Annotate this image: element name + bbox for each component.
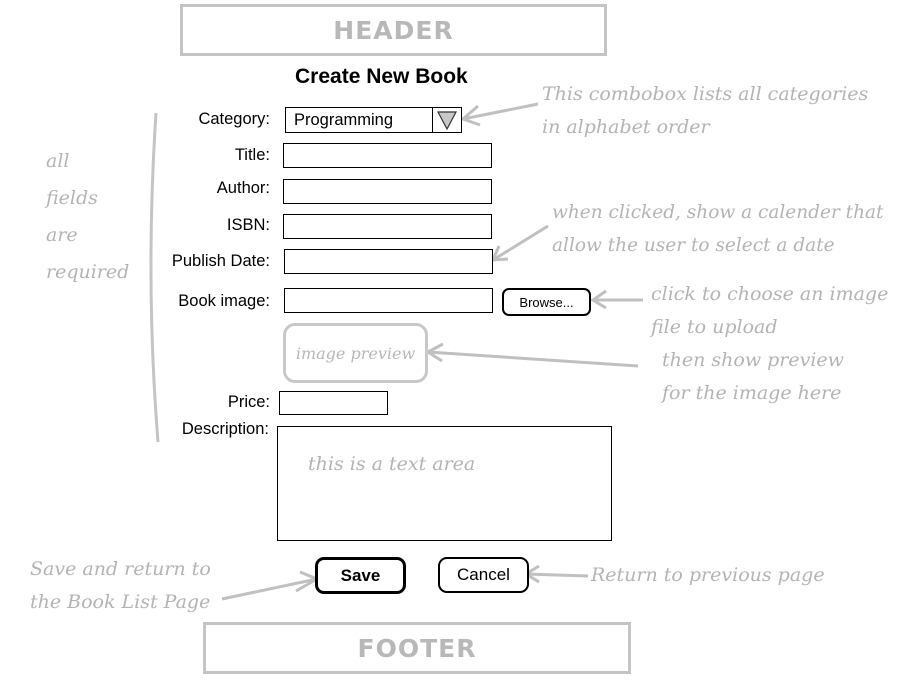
note-save-line: the Book List Page [30, 591, 211, 613]
browse-arrowhead [590, 289, 607, 310]
chevron-down-icon [437, 111, 457, 131]
header-placeholder: HEADER [180, 4, 607, 56]
note-calendar-line: allow the user to select a date [552, 235, 835, 256]
note-save-line: Save and return to [30, 558, 211, 580]
note-required: all fields are required [46, 143, 129, 291]
note-required-line: fields [46, 187, 98, 209]
combobox-dropdown-button[interactable] [432, 108, 461, 132]
note-required-line: required [46, 261, 130, 283]
note-save: Save and return to the Book List Page [30, 553, 211, 619]
price-label: Price: [227, 393, 270, 411]
note-preview-line: for the image here [662, 382, 842, 404]
combobox-arrow-line [462, 102, 539, 121]
calendar-arrowhead [490, 245, 509, 262]
save-arrow-line [221, 577, 318, 601]
description-textarea[interactable]: this is a text area [277, 426, 612, 541]
price-input[interactable] [279, 391, 388, 415]
note-browse-line: file to upload [651, 316, 778, 338]
category-selected-value: Programming [294, 111, 394, 129]
cancel-arrow-line [525, 572, 589, 578]
category-combobox[interactable]: Programming [285, 107, 462, 133]
combobox-arrowhead [460, 104, 481, 127]
note-preview: then show preview for the image here [662, 344, 844, 410]
note-preview-line: then show preview [662, 349, 844, 371]
description-placeholder: this is a text area [308, 453, 476, 475]
note-calendar: when clicked, show a calender that allow… [552, 196, 883, 262]
image-preview-box: image preview [283, 323, 428, 383]
calendar-arrow-line [492, 224, 549, 262]
note-browse-line: click to choose an image [651, 283, 889, 305]
note-combobox-line: in alphabet order [542, 116, 710, 138]
note-required-line: are [46, 224, 78, 246]
author-input[interactable] [283, 179, 492, 204]
publish-date-input[interactable] [284, 249, 493, 274]
cancel-button-label: Cancel [457, 565, 510, 584]
note-calendar-line: when clicked, show a calender that [552, 202, 884, 223]
save-button-label: Save [340, 565, 381, 585]
header-label: HEADER [333, 15, 454, 45]
book-image-label: Book image: [178, 292, 270, 310]
footer-placeholder: FOOTER [203, 622, 631, 674]
note-combobox-line: This combobox lists all categories [542, 83, 869, 105]
isbn-input[interactable] [283, 214, 492, 239]
book-image-input[interactable] [284, 288, 493, 313]
note-cancel: Return to previous page [591, 564, 825, 586]
save-button[interactable]: Save [315, 557, 406, 594]
browse-button-label: Browse... [519, 294, 574, 310]
save-arrowhead [295, 570, 321, 593]
footer-label: FOOTER [357, 633, 477, 663]
browse-button[interactable]: Browse... [502, 288, 591, 316]
note-combobox: This combobox lists all categories in al… [542, 78, 868, 144]
preview-arrowhead [425, 342, 444, 363]
title-input[interactable] [283, 143, 492, 168]
preview-arrow-line [427, 350, 639, 368]
page-title: Create New Book [295, 65, 468, 88]
cancel-button[interactable]: Cancel [438, 557, 529, 593]
note-required-line: all [46, 150, 70, 172]
description-label: Description: [181, 420, 269, 438]
category-label: Category: [198, 110, 270, 128]
note-browse: click to choose an image file to upload [651, 278, 888, 344]
image-preview-text: image preview [295, 343, 416, 363]
